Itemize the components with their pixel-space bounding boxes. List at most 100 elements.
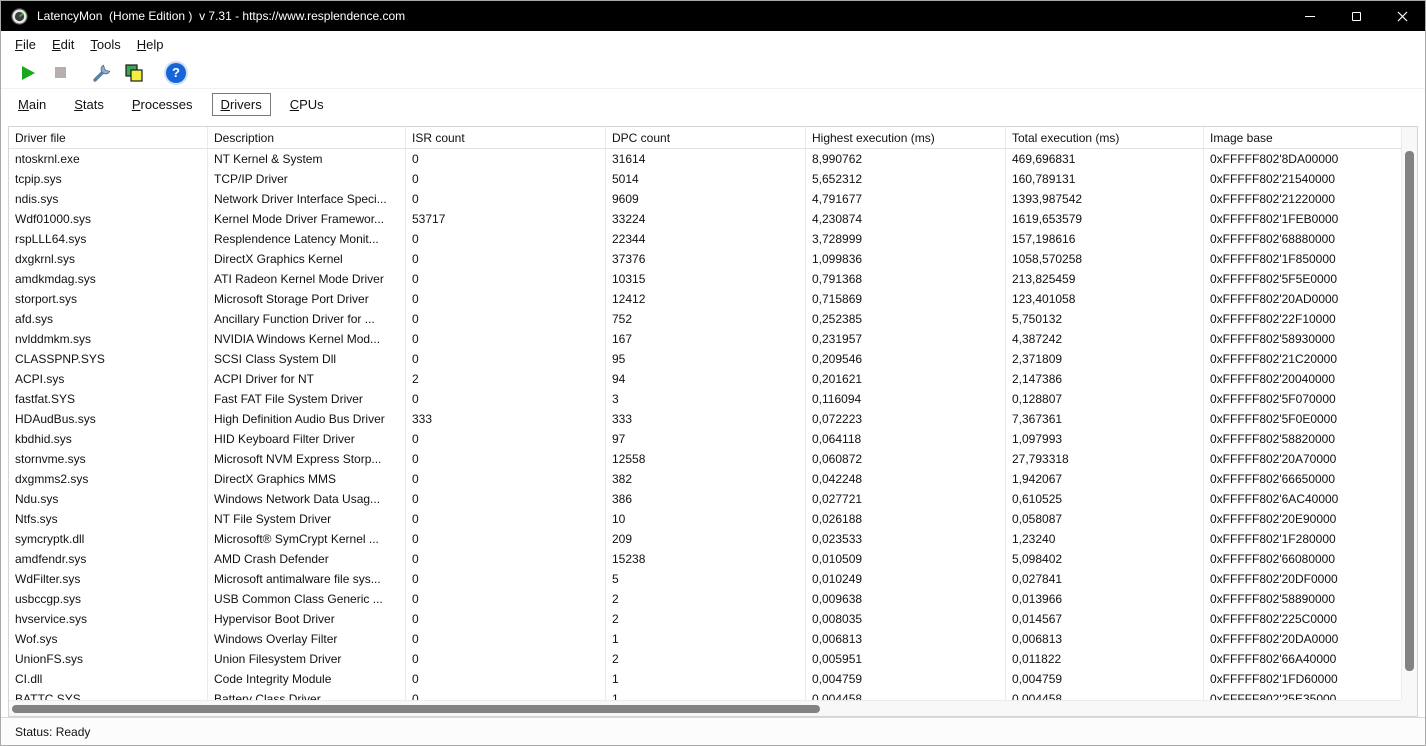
tab-main[interactable]: Main	[9, 93, 55, 116]
cell: 0	[406, 249, 606, 269]
cell: 0,072223	[806, 409, 1006, 429]
cell: NT File System Driver	[208, 509, 406, 529]
cell: 0,023533	[806, 529, 1006, 549]
cell: 0,058087	[1006, 509, 1204, 529]
run-button[interactable]	[15, 60, 41, 86]
table-row[interactable]: WdFilter.sysMicrosoft antimalware file s…	[9, 569, 1401, 589]
cell: Microsoft Storage Port Driver	[208, 289, 406, 309]
cell: High Definition Audio Bus Driver	[208, 409, 406, 429]
horizontal-scrollbar[interactable]	[9, 700, 1401, 716]
caption-buttons	[1287, 1, 1425, 31]
minimize-button[interactable]	[1287, 1, 1333, 31]
table-row[interactable]: dxgmms2.sysDirectX Graphics MMS03820,042…	[9, 469, 1401, 489]
cell: 0xFFFFF802'20A70000	[1204, 449, 1401, 469]
menu-file[interactable]: File	[7, 35, 44, 54]
app-window: LatencyMon (Home Edition ) v 7.31 - http…	[0, 0, 1426, 746]
cell: 22344	[606, 229, 806, 249]
table-row[interactable]: HDAudBus.sysHigh Definition Audio Bus Dr…	[9, 409, 1401, 429]
tab-drivers[interactable]: Drivers	[212, 93, 271, 116]
cell: 1393,987542	[1006, 189, 1204, 209]
cell: 0xFFFFF802'25E35000	[1204, 689, 1401, 700]
cell: 0	[406, 389, 606, 409]
cell: Wdf01000.sys	[9, 209, 208, 229]
cell: 0xFFFFF802'21540000	[1204, 169, 1401, 189]
table-row[interactable]: BATTC.SYSBattery Class Driver010,0044580…	[9, 689, 1401, 700]
cell: 0,004458	[806, 689, 1006, 700]
column-header-driver-file[interactable]: Driver file	[9, 127, 208, 148]
table-row[interactable]: afd.sysAncillary Function Driver for ...…	[9, 309, 1401, 329]
cell: ACPI Driver for NT	[208, 369, 406, 389]
cell: 0,009638	[806, 589, 1006, 609]
table-row[interactable]: kbdhid.sysHID Keyboard Filter Driver0970…	[9, 429, 1401, 449]
cell: Microsoft NVM Express Storp...	[208, 449, 406, 469]
table-row[interactable]: dxgkrnl.sysDirectX Graphics Kernel037376…	[9, 249, 1401, 269]
tab-stats[interactable]: Stats	[65, 93, 113, 116]
cell: 0	[406, 289, 606, 309]
help-button[interactable]: ?	[163, 60, 189, 86]
menu-edit[interactable]: Edit	[44, 35, 82, 54]
cell: 0,791368	[806, 269, 1006, 289]
stop-button[interactable]	[47, 60, 73, 86]
table-row[interactable]: ACPI.sysACPI Driver for NT2940,2016212,1…	[9, 369, 1401, 389]
cell: 0xFFFFF802'6AC40000	[1204, 489, 1401, 509]
cell: 0,231957	[806, 329, 1006, 349]
horizontal-scrollbar-thumb[interactable]	[12, 705, 820, 713]
column-header-dpc-count[interactable]: DPC count	[606, 127, 806, 148]
table-row[interactable]: hvservice.sysHypervisor Boot Driver020,0…	[9, 609, 1401, 629]
table-row[interactable]: UnionFS.sysUnion Filesystem Driver020,00…	[9, 649, 1401, 669]
table-row[interactable]: amdfendr.sysAMD Crash Defender0152380,01…	[9, 549, 1401, 569]
menu-help[interactable]: Help	[129, 35, 172, 54]
table-row[interactable]: Wdf01000.sysKernel Mode Driver Framewor.…	[9, 209, 1401, 229]
cell: Wof.sys	[9, 629, 208, 649]
column-header-image-base[interactable]: Image base	[1204, 127, 1401, 148]
table-row[interactable]: ntoskrnl.exeNT Kernel & System0316148,99…	[9, 149, 1401, 169]
table-row[interactable]: CLASSPNP.SYSSCSI Class System Dll0950,20…	[9, 349, 1401, 369]
vertical-scrollbar[interactable]	[1401, 127, 1417, 700]
cell: Microsoft antimalware file sys...	[208, 569, 406, 589]
table-row[interactable]: Ndu.sysWindows Network Data Usag...03860…	[9, 489, 1401, 509]
tab-processes[interactable]: Processes	[123, 93, 202, 116]
app-icon	[11, 8, 28, 25]
table-row[interactable]: tcpip.sysTCP/IP Driver050145,652312160,7…	[9, 169, 1401, 189]
table-row[interactable]: nvlddmkm.sysNVIDIA Windows Kernel Mod...…	[9, 329, 1401, 349]
cell: 0,010509	[806, 549, 1006, 569]
cell: dxgmms2.sys	[9, 469, 208, 489]
close-button[interactable]	[1379, 1, 1425, 31]
table-row[interactable]: fastfat.SYSFast FAT File System Driver03…	[9, 389, 1401, 409]
table-row[interactable]: rspLLL64.sysResplendence Latency Monit..…	[9, 229, 1401, 249]
cell: 157,198616	[1006, 229, 1204, 249]
table-row[interactable]: storport.sysMicrosoft Storage Port Drive…	[9, 289, 1401, 309]
table-row[interactable]: usbccgp.sysUSB Common Class Generic ...0…	[9, 589, 1401, 609]
minimize-icon	[1305, 16, 1315, 17]
column-header-description[interactable]: Description	[208, 127, 406, 148]
cell: 382	[606, 469, 806, 489]
cell: 0	[406, 329, 606, 349]
drivers-table: Driver file Description ISR count DPC co…	[8, 126, 1418, 717]
column-header-highest-execution[interactable]: Highest execution (ms)	[806, 127, 1006, 148]
column-header-isr-count[interactable]: ISR count	[406, 127, 606, 148]
table-row[interactable]: amdkmdag.sysATI Radeon Kernel Mode Drive…	[9, 269, 1401, 289]
column-header-total-execution[interactable]: Total execution (ms)	[1006, 127, 1204, 148]
titlebar: LatencyMon (Home Edition ) v 7.31 - http…	[1, 1, 1425, 31]
table-row[interactable]: stornvme.sysMicrosoft NVM Express Storp.…	[9, 449, 1401, 469]
table-row[interactable]: ndis.sysNetwork Driver Interface Speci..…	[9, 189, 1401, 209]
options-button[interactable]	[89, 60, 115, 86]
cell: 0	[406, 689, 606, 700]
cell: 333	[606, 409, 806, 429]
cell: nvlddmkm.sys	[9, 329, 208, 349]
cell: ndis.sys	[9, 189, 208, 209]
table-row[interactable]: Wof.sysWindows Overlay Filter010,0068130…	[9, 629, 1401, 649]
vertical-scrollbar-thumb[interactable]	[1405, 151, 1414, 671]
table-row[interactable]: symcryptk.dllMicrosoft® SymCrypt Kernel …	[9, 529, 1401, 549]
cell: 15238	[606, 549, 806, 569]
report-button[interactable]	[121, 60, 147, 86]
cell: 0,042248	[806, 469, 1006, 489]
table-row[interactable]: Ntfs.sysNT File System Driver0100,026188…	[9, 509, 1401, 529]
cell: 0,004759	[806, 669, 1006, 689]
tab-cpus[interactable]: CPUs	[281, 93, 333, 116]
cell: 12412	[606, 289, 806, 309]
cell: Windows Overlay Filter	[208, 629, 406, 649]
maximize-button[interactable]	[1333, 1, 1379, 31]
menu-tools[interactable]: Tools	[82, 35, 128, 54]
table-row[interactable]: CI.dllCode Integrity Module010,0047590,0…	[9, 669, 1401, 689]
